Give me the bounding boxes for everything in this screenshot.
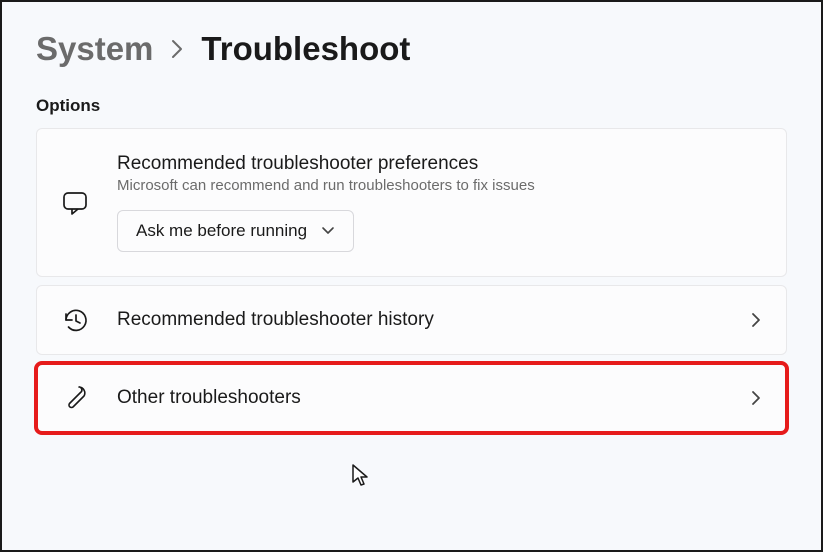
breadcrumb: System Troubleshoot <box>36 30 787 68</box>
other-troubleshooters-title: Other troubleshooters <box>117 387 722 409</box>
feedback-icon <box>61 189 89 217</box>
chevron-right-icon <box>750 388 762 408</box>
preferences-card: Recommended troubleshooter preferences M… <box>36 128 787 277</box>
wrench-icon <box>61 384 89 412</box>
chevron-right-icon <box>750 310 762 330</box>
chevron-down-icon <box>321 226 335 236</box>
preferences-title: Recommended troubleshooter preferences <box>117 153 762 175</box>
preferences-subtitle: Microsoft can recommend and run troubles… <box>117 177 762 194</box>
preferences-dropdown[interactable]: Ask me before running <box>117 210 354 252</box>
breadcrumb-parent[interactable]: System <box>36 30 153 68</box>
breadcrumb-current: Troubleshoot <box>201 30 410 68</box>
preferences-body: Recommended troubleshooter preferences M… <box>117 153 762 252</box>
preferences-dropdown-value: Ask me before running <box>136 221 307 241</box>
history-title: Recommended troubleshooter history <box>117 309 722 331</box>
history-icon <box>61 306 89 334</box>
history-card[interactable]: Recommended troubleshooter history <box>36 285 787 355</box>
section-label-options: Options <box>36 96 787 116</box>
other-troubleshooters-card[interactable]: Other troubleshooters <box>36 363 787 433</box>
chevron-right-icon <box>171 39 183 59</box>
cursor-icon <box>352 464 372 490</box>
